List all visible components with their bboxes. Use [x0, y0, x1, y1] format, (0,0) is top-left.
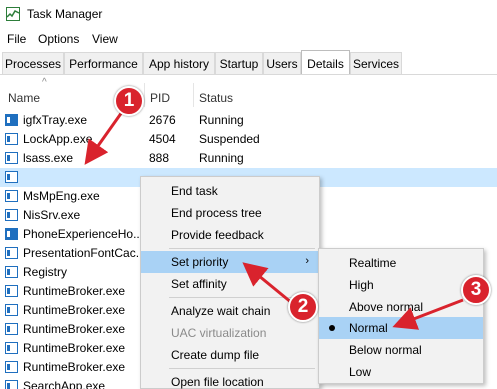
callout-badge-2: 2	[288, 292, 318, 322]
callout-badge-3: 3	[461, 275, 491, 305]
callout-arrow-2	[242, 262, 293, 305]
callout-arrow-1	[84, 111, 124, 165]
callout-arrow-3	[392, 298, 464, 330]
callout-arrows	[84, 111, 464, 330]
callout-badge-1: 1	[114, 86, 144, 116]
